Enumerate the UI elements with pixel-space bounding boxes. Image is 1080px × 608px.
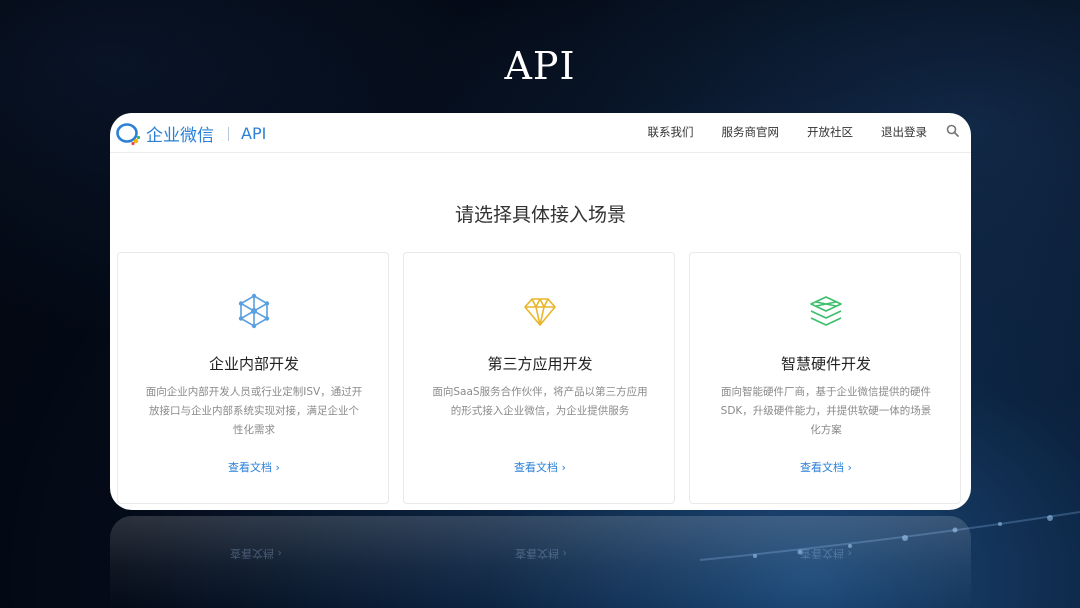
logo-text: 企业微信 [146, 126, 214, 146]
nav-logout[interactable]: 退出登录 [881, 124, 927, 140]
nav-open-community[interactable]: 开放社区 [807, 124, 853, 140]
slide-title: API [504, 44, 576, 88]
card-title: 第三方应用开发 [487, 355, 593, 373]
layers-icon [810, 296, 842, 326]
search-icon[interactable] [945, 123, 961, 139]
card-description: 面向SaaS服务合作伙伴，将产品以第三方应用的形式接入企业微信，为企业提供服务 [432, 386, 648, 417]
card-internal-development[interactable]: 企业内部开发 面向企业内部开发人员或行业定制ISV，通过开放接口与企业内部系统实… [117, 252, 389, 504]
logo-divider [228, 126, 229, 141]
nav-service-provider-site[interactable]: 服务商官网 [722, 124, 780, 140]
api-portal-screenshot: 企业微信 API 联系我们 服务商官网 开放社区 退出登录 请选择具体接入场景 [110, 113, 971, 510]
card-description: 面向智能硬件厂商，基于企业微信提供的硬件SDK，升级硬件能力，并提供软硬一体的场… [720, 386, 932, 436]
logo-api-label: API [241, 124, 267, 143]
card-third-party-app-development[interactable]: 第三方应用开发 面向SaaS服务合作伙伴，将产品以第三方应用的形式接入企业微信，… [403, 252, 675, 504]
view-docs-link[interactable]: 查看文档 › [118, 459, 390, 475]
nav-contact-us[interactable]: 联系我们 [648, 124, 694, 140]
card-smart-hardware-development[interactable]: 智慧硬件开发 面向智能硬件厂商，基于企业微信提供的硬件SDK，升级硬件能力，并提… [689, 252, 961, 504]
card-description: 面向企业内部开发人员或行业定制ISV，通过开放接口与企业内部系统实现对接，满足企… [145, 386, 363, 436]
wecom-logo[interactable]: 企业微信 API [116, 121, 266, 146]
wecom-logo-icon [116, 122, 141, 145]
top-navigation-bar: 企业微信 API 联系我们 服务商官网 开放社区 退出登录 [110, 113, 971, 153]
reflection-link: 查看文档 › [515, 547, 567, 560]
view-docs-link[interactable]: 查看文档 › [690, 459, 962, 475]
view-docs-link[interactable]: 查看文档 › [404, 459, 676, 475]
card-title: 企业内部开发 [208, 355, 299, 373]
scenario-cards: 企业内部开发 面向企业内部开发人员或行业定制ISV，通过开放接口与企业内部系统实… [117, 252, 963, 505]
page-heading: 请选择具体接入场景 [454, 204, 626, 226]
reflection-link: 查看文档 › [800, 547, 852, 560]
reflection-link: 查看文档 › [230, 547, 282, 560]
card-title: 智慧硬件开发 [780, 355, 871, 373]
diamond-icon [524, 298, 556, 326]
nav-links: 联系我们 服务商官网 开放社区 退出登录 [620, 124, 928, 140]
network-icon [238, 293, 270, 329]
card-reflection: 查看文档 › 查看文档 › 查看文档 › [110, 516, 971, 608]
